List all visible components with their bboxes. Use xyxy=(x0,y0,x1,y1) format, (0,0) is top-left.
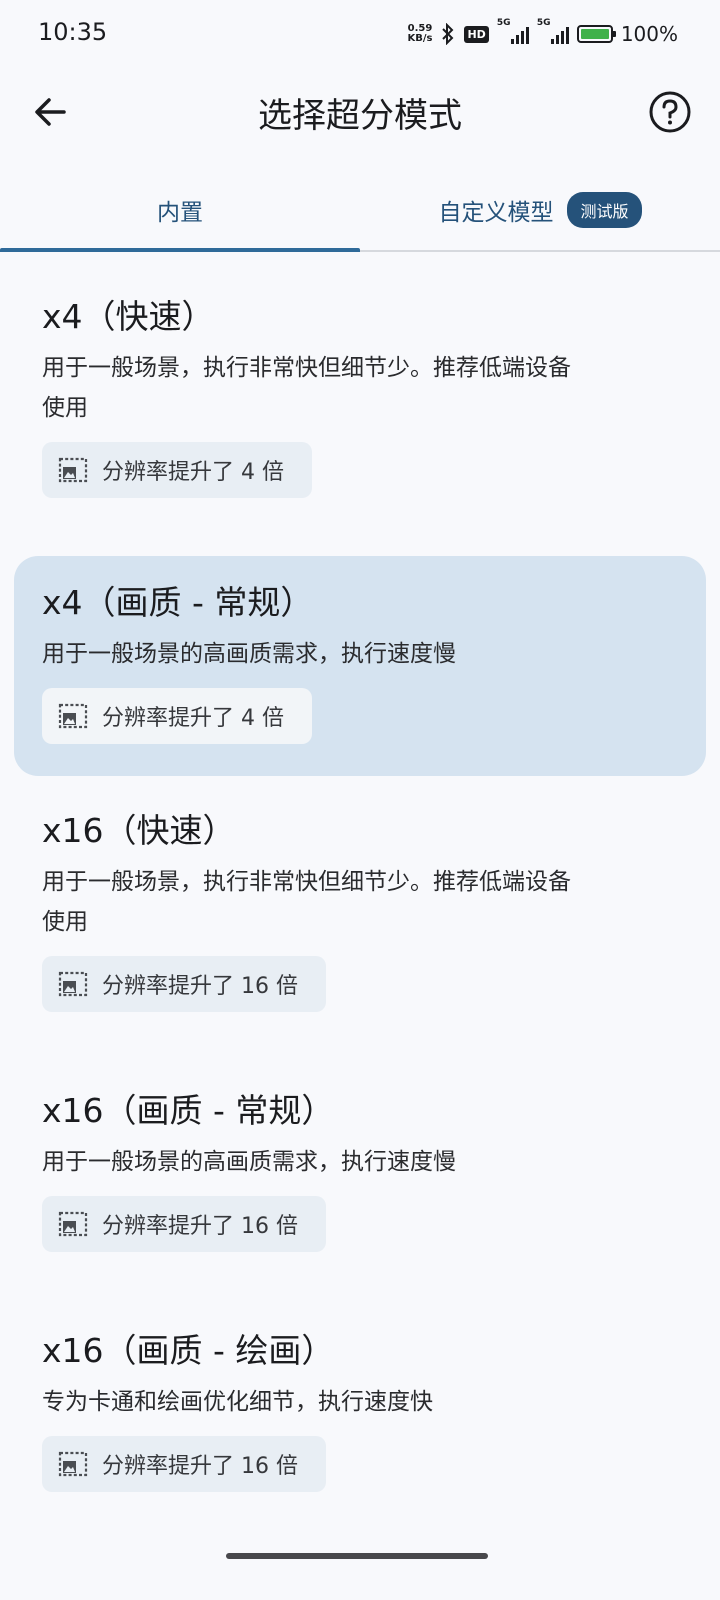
signal-icon: 5G xyxy=(497,18,529,44)
mode-item-x16-painting[interactable]: x16（画质 - 绘画） 专为卡通和绘画优化细节，执行速度快 分辨率提升了 16… xyxy=(14,1310,706,1514)
mode-description: 专为卡通和绘画优化细节，执行速度快 xyxy=(42,1382,678,1422)
resolution-chip: 分辨率提升了 16 倍 xyxy=(42,1196,326,1252)
status-bar: 10:35 0.59 KB/s HD 5G 5G 100% xyxy=(0,0,720,66)
mode-title: x16（画质 - 绘画） xyxy=(42,1331,335,1370)
mode-item-x4-quality[interactable]: x4（画质 - 常规） 用于一般场景的高画质需求，执行速度慢 分辨率提升了 4 … xyxy=(14,556,706,776)
mode-description-line: 使用 xyxy=(42,909,88,935)
resolution-chip: 分辨率提升了 4 倍 xyxy=(42,442,312,498)
resolution-text: 分辨率提升了 4 倍 xyxy=(102,706,284,731)
image-upscale-icon xyxy=(58,1211,88,1237)
mode-description: 用于一般场景的高画质需求，执行速度慢 xyxy=(42,634,678,674)
mode-description-line: 使用 xyxy=(42,395,88,421)
tab-custom-model[interactable]: 自定义模型 测试版 xyxy=(360,170,720,250)
signal-icon: 5G xyxy=(537,18,569,44)
image-upscale-icon xyxy=(58,703,88,729)
page-title: 选择超分模式 xyxy=(258,96,462,136)
tab-label: 自定义模型 xyxy=(438,200,554,226)
image-upscale-icon xyxy=(58,457,88,483)
mode-title: x16（画质 - 常规） xyxy=(42,1091,335,1130)
resolution-chip: 分辨率提升了 16 倍 xyxy=(42,1436,326,1492)
beta-badge: 测试版 xyxy=(567,192,642,228)
mode-list: x4（快速） 用于一般场景，执行非常快但细节少。推荐低端设备 使用 分辨率提升了… xyxy=(0,276,720,1514)
status-time: 10:35 xyxy=(38,18,108,46)
question-circle-icon xyxy=(649,91,691,133)
resolution-text: 分辨率提升了 4 倍 xyxy=(102,460,284,485)
mode-description: 用于一般场景，执行非常快但细节少。推荐低端设备 使用 xyxy=(42,862,678,942)
mode-item-x16-quality[interactable]: x16（画质 - 常规） 用于一般场景的高画质需求，执行速度慢 分辨率提升了 1… xyxy=(14,1070,706,1274)
mode-title: x16（快速） xyxy=(42,811,236,850)
resolution-text: 分辨率提升了 16 倍 xyxy=(102,1454,298,1479)
help-button[interactable] xyxy=(642,84,698,140)
tab-indicator xyxy=(0,248,360,252)
mode-description: 用于一般场景，执行非常快但细节少。推荐低端设备 使用 xyxy=(42,348,678,428)
hd-icon: HD xyxy=(464,25,489,43)
mode-description-line: 用于一般场景，执行非常快但细节少。推荐低端设备 xyxy=(42,355,571,381)
mode-description: 用于一般场景的高画质需求，执行速度慢 xyxy=(42,1142,678,1182)
mode-item-x16-fast[interactable]: x16（快速） 用于一般场景，执行非常快但细节少。推荐低端设备 使用 分辨率提升… xyxy=(14,790,706,1034)
home-indicator[interactable] xyxy=(226,1553,488,1559)
tab-builtin[interactable]: 内置 xyxy=(0,170,360,250)
network-speed: 0.59 KB/s xyxy=(407,24,432,44)
image-upscale-icon xyxy=(58,971,88,997)
signal-label: 5G xyxy=(496,18,511,28)
mode-title: x4（快速） xyxy=(42,297,215,336)
status-icons: 0.59 KB/s HD 5G 5G 100% xyxy=(407,18,678,48)
signal-label: 5G xyxy=(536,18,551,28)
resolution-text: 分辨率提升了 16 倍 xyxy=(102,974,298,999)
battery-charging-icon xyxy=(576,25,616,43)
image-upscale-icon xyxy=(58,1451,88,1477)
mode-item-x4-fast[interactable]: x4（快速） 用于一般场景，执行非常快但细节少。推荐低端设备 使用 分辨率提升了… xyxy=(14,276,706,520)
network-speed-unit: KB/s xyxy=(407,33,433,44)
mode-description-line: 用于一般场景的高画质需求，执行速度慢 xyxy=(42,641,456,667)
resolution-chip: 分辨率提升了 16 倍 xyxy=(42,956,326,1012)
mode-description-line: 用于一般场景的高画质需求，执行速度慢 xyxy=(42,1149,456,1175)
resolution-text: 分辨率提升了 16 倍 xyxy=(102,1214,298,1239)
bluetooth-icon xyxy=(442,23,454,45)
app-bar: 选择超分模式 xyxy=(0,66,720,156)
mode-title: x4（画质 - 常规） xyxy=(42,583,314,622)
tab-label: 内置 xyxy=(157,200,203,226)
mode-description-line: 用于一般场景，执行非常快但细节少。推荐低端设备 xyxy=(42,869,571,895)
mode-description-line: 专为卡通和绘画优化细节，执行速度快 xyxy=(42,1389,433,1415)
battery-percent: 100% xyxy=(620,22,678,46)
resolution-chip: 分辨率提升了 4 倍 xyxy=(42,688,312,744)
tab-bar: 内置 自定义模型 测试版 xyxy=(0,170,720,252)
